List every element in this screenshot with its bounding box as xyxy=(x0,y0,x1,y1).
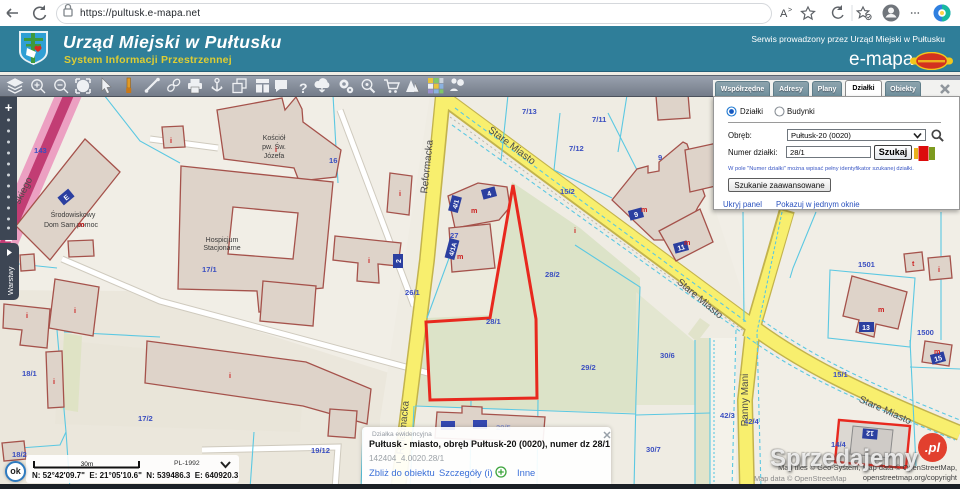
svg-text:17/2: 17/2 xyxy=(138,414,153,423)
svg-text:13: 13 xyxy=(862,325,870,332)
svg-text:i: i xyxy=(74,306,76,315)
svg-text:15/1: 15/1 xyxy=(833,370,849,379)
svg-text:18/2: 18/2 xyxy=(12,450,27,459)
svg-text:Dom Sam pomoc: Dom Sam pomoc xyxy=(44,222,99,229)
svg-text:Stacjonarne: Stacjonarne xyxy=(203,245,240,252)
svg-text:i: i xyxy=(574,226,576,235)
svg-text:⋯: ⋯ xyxy=(910,8,920,19)
svg-text:26/1: 26/1 xyxy=(405,288,421,297)
svg-text:Hospicjum: Hospicjum xyxy=(206,237,239,244)
svg-text:17/1: 17/1 xyxy=(202,265,218,274)
svg-text:m: m xyxy=(457,252,463,261)
svg-text:7/12: 7/12 xyxy=(569,144,584,153)
svg-text:42/3: 42/3 xyxy=(720,411,735,420)
svg-text:m: m xyxy=(78,220,84,229)
svg-text:openstreetmap.org/copyright: openstreetmap.org/copyright xyxy=(863,473,957,482)
svg-text:i: i xyxy=(53,377,55,386)
svg-text:m: m xyxy=(684,238,690,247)
svg-text:Józefa: Józefa xyxy=(264,153,285,160)
svg-text:Kościół: Kościół xyxy=(263,135,286,142)
svg-text:2: 2 xyxy=(396,259,403,263)
svg-text:30/6: 30/6 xyxy=(660,351,675,360)
svg-text:29/2: 29/2 xyxy=(581,363,596,372)
svg-text:7/13: 7/13 xyxy=(522,107,537,116)
svg-text:Warstwy: Warstwy xyxy=(6,266,15,295)
svg-text:28/1: 28/1 xyxy=(486,317,502,326)
svg-text:i: i xyxy=(399,189,401,198)
svg-text:30/7: 30/7 xyxy=(646,445,661,454)
svg-text:˃: ˃ xyxy=(788,7,792,14)
svg-text:143: 143 xyxy=(34,146,47,155)
svg-text:7/11: 7/11 xyxy=(592,115,607,124)
svg-text:15/2: 15/2 xyxy=(560,187,575,196)
svg-text:19/12: 19/12 xyxy=(311,446,330,455)
svg-text:i: i xyxy=(368,256,370,265)
svg-text:i: i xyxy=(229,371,231,380)
svg-text:A: A xyxy=(780,8,788,20)
svg-text:Środowiskowy: Środowiskowy xyxy=(51,210,96,219)
svg-text:18/1: 18/1 xyxy=(22,369,38,378)
svg-text:m: m xyxy=(471,206,477,215)
svg-text:30m: 30m xyxy=(81,461,94,468)
svg-text:12: 12 xyxy=(866,429,874,437)
svg-text:28/2: 28/2 xyxy=(545,270,560,279)
svg-text:m: m xyxy=(934,347,940,356)
svg-text:i: i xyxy=(26,311,28,320)
svg-text:i: i xyxy=(170,136,172,145)
svg-text:1500: 1500 xyxy=(917,328,934,337)
svg-text:i: i xyxy=(275,145,277,154)
svg-text:16: 16 xyxy=(329,156,337,165)
svg-text:m: m xyxy=(878,305,884,314)
svg-text:?: ? xyxy=(299,80,308,96)
svg-text:Map data © OpenStreetMap: Map data © OpenStreetMap xyxy=(754,474,847,483)
svg-text:1501: 1501 xyxy=(858,260,876,269)
svg-text:9: 9 xyxy=(658,153,662,162)
svg-text:Panny Mani: Panny Mani xyxy=(740,374,751,427)
svg-text:i: i xyxy=(938,265,940,274)
svg-text:m: m xyxy=(641,205,647,214)
